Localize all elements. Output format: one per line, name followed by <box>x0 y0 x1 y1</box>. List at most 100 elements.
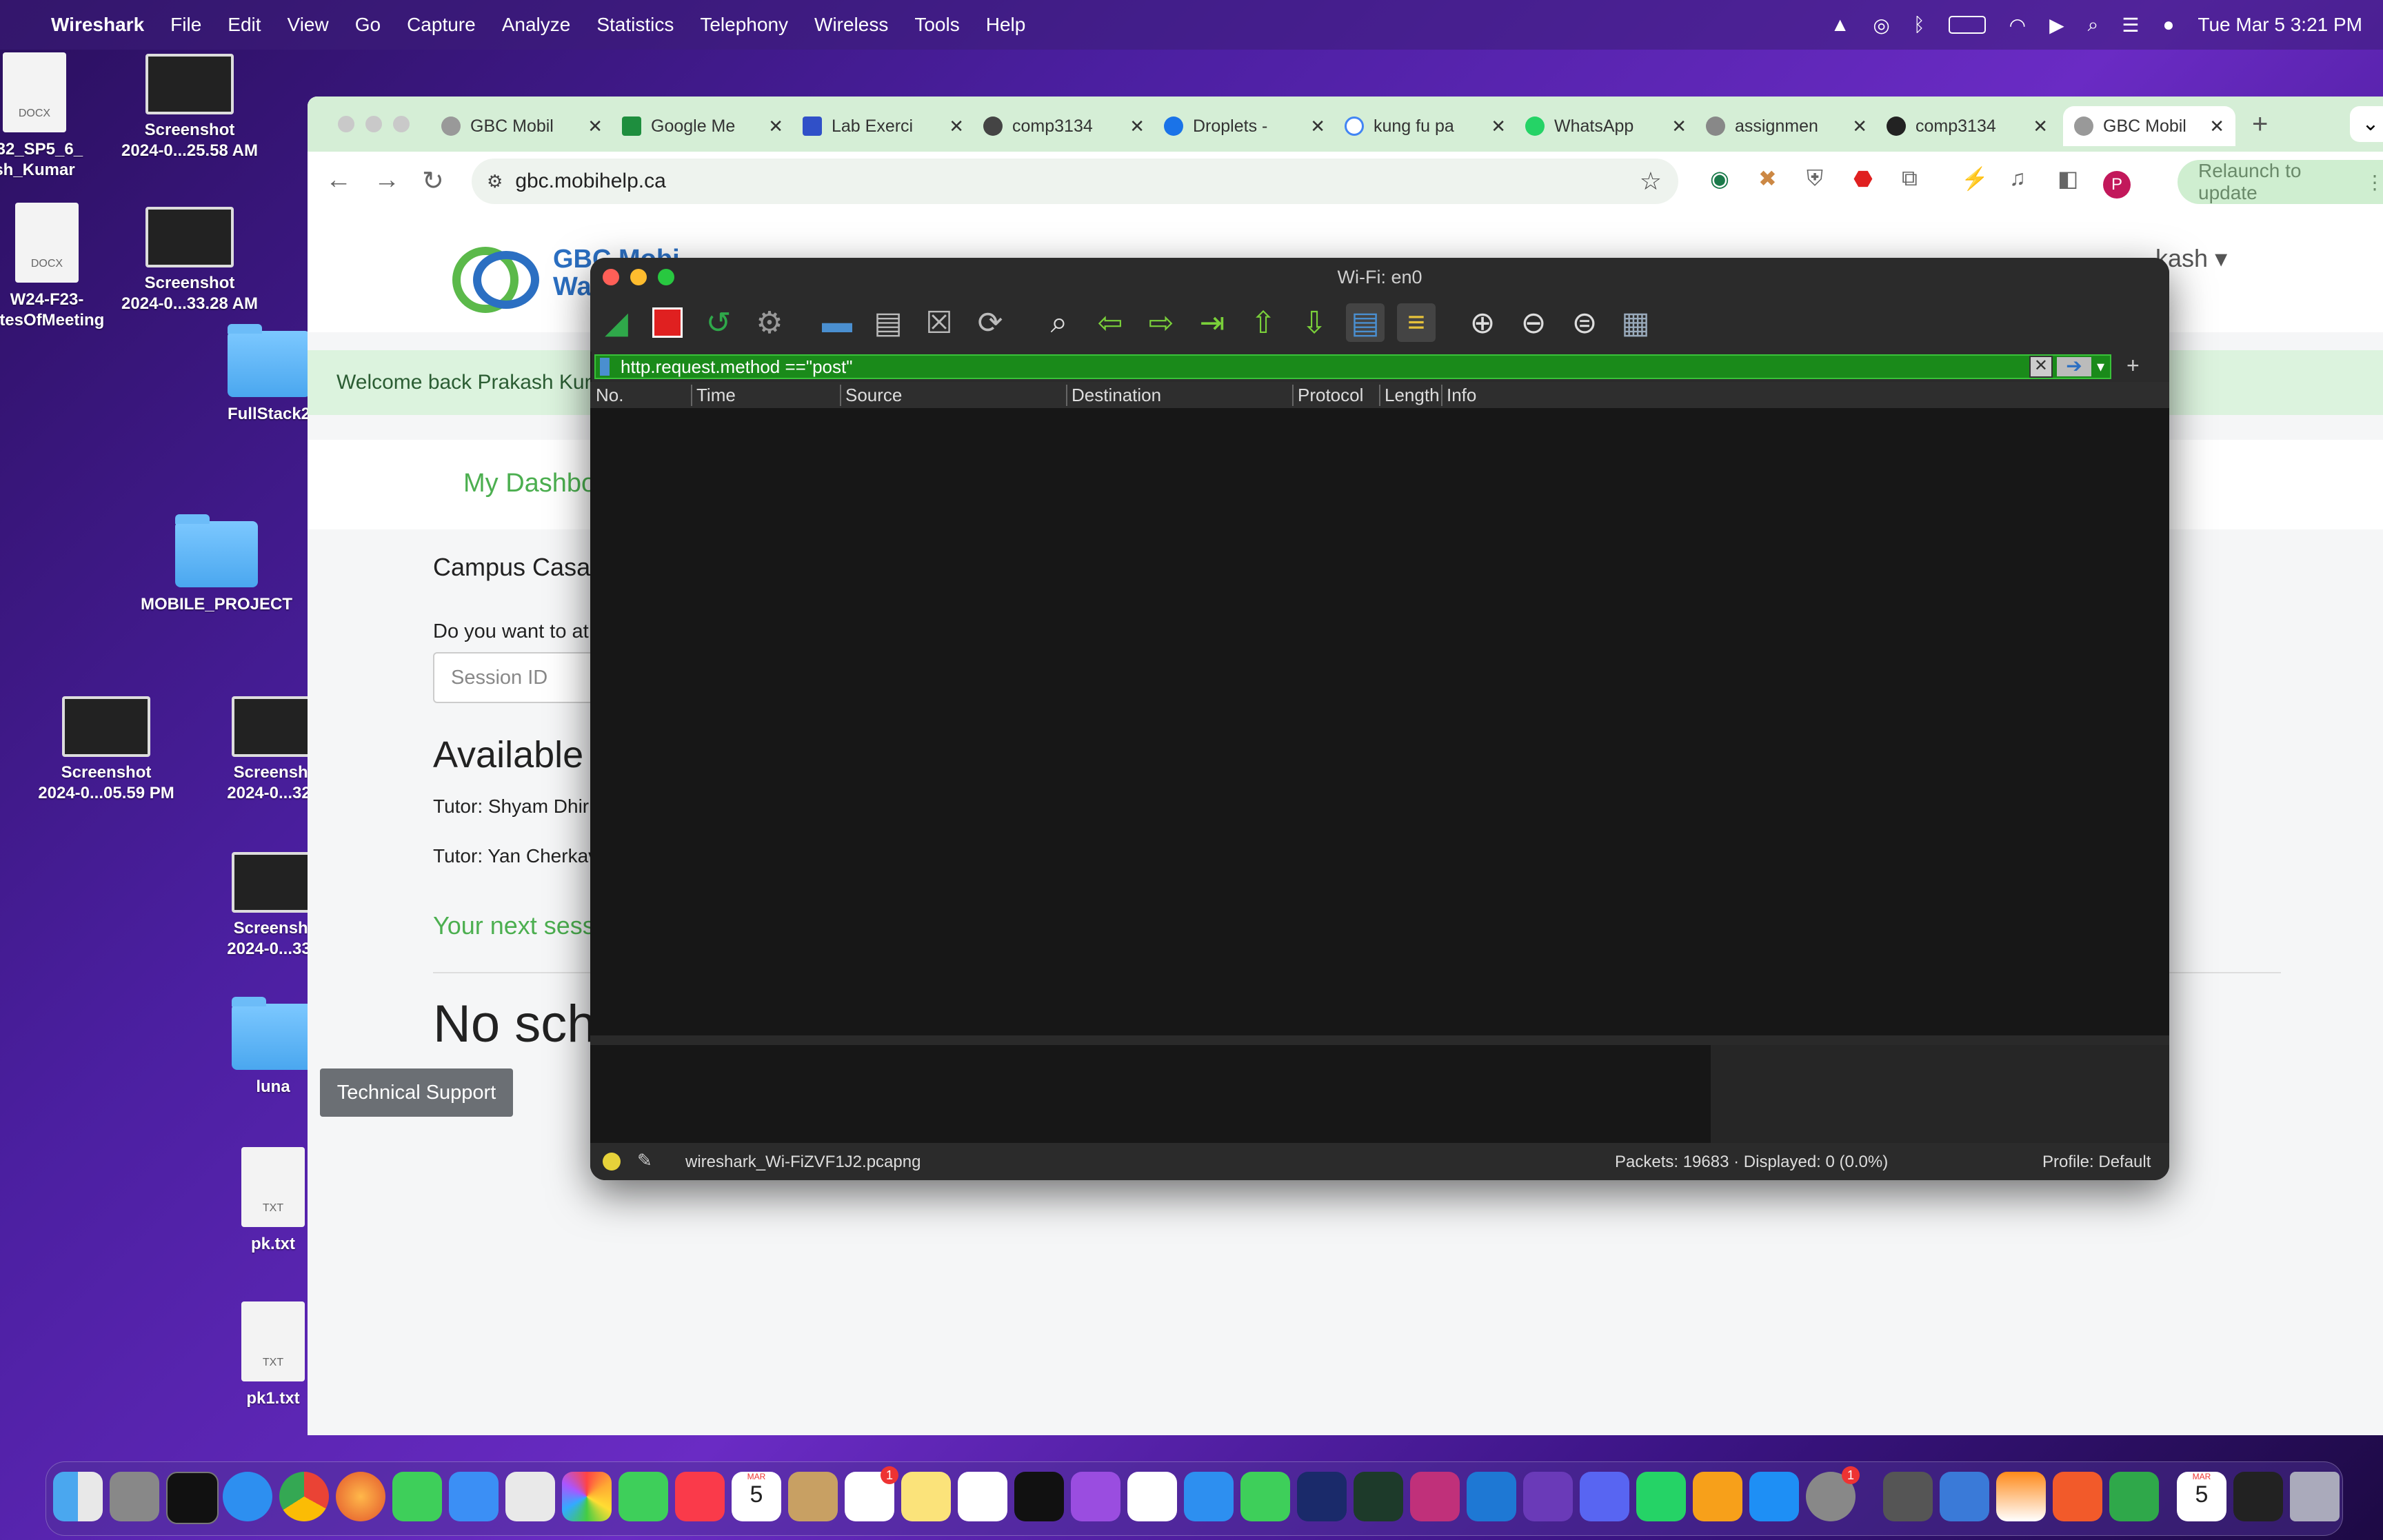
browser-tab[interactable]: GBC Mobil ✕ <box>441 106 614 146</box>
profile-label[interactable]: Profile: Default <box>2042 1153 2151 1172</box>
column-source[interactable]: Source <box>840 385 902 406</box>
side-panel-icon[interactable]: ◧ <box>2058 165 2078 192</box>
technical-support-button[interactable]: Technical Support <box>320 1068 513 1117</box>
stop-capture-icon[interactable] <box>648 303 687 342</box>
profile-avatar[interactable]: P <box>2103 171 2131 199</box>
minimize-window-button[interactable] <box>630 269 647 285</box>
column-length[interactable]: Length <box>1379 385 1442 406</box>
finder-icon[interactable] <box>53 1472 103 1521</box>
battery-icon[interactable] <box>1948 16 1986 34</box>
media-controls-icon[interactable]: ♫ <box>2009 165 2026 191</box>
control-center-icon[interactable]: ☰ <box>2122 14 2139 37</box>
zoom-out-icon[interactable]: ⊖ <box>1514 303 1553 342</box>
packet-list-pane[interactable] <box>590 408 2169 1035</box>
calendar-icon[interactable]: MAR 5 <box>2177 1472 2226 1521</box>
performance-icon[interactable]: ⚡ <box>1961 165 1989 192</box>
menu-edit[interactable]: Edit <box>228 14 261 36</box>
bluetooth-icon[interactable]: ᛒ <box>1913 14 1925 36</box>
terminal-icon[interactable] <box>166 1472 219 1524</box>
reload-icon[interactable]: ↻ <box>422 165 444 196</box>
menu-wireless[interactable]: Wireless <box>814 14 888 36</box>
xcode-icon[interactable] <box>1940 1472 1989 1521</box>
contacts-icon[interactable] <box>788 1472 838 1521</box>
url-text[interactable]: gbc.mobihelp.ca <box>515 170 665 193</box>
facetime-icon[interactable] <box>619 1472 668 1521</box>
menu-capture[interactable]: Capture <box>407 14 476 36</box>
browser-tab[interactable]: comp3134 ✕ <box>983 106 1156 146</box>
extension-icon[interactable]: ✖ <box>1758 165 1777 192</box>
close-tab-icon[interactable]: ✕ <box>2209 116 2224 137</box>
desktop-screenshot-icon[interactable]: Screenshot 2024-0...33.28 AM <box>100 207 279 314</box>
open-file-icon[interactable]: ▬ <box>818 303 856 342</box>
column-time[interactable]: Time <box>691 385 736 406</box>
desktop-screenshot-icon[interactable]: Screenshot 2024-0...25.58 AM <box>100 54 279 161</box>
app-store-icon[interactable] <box>1749 1472 1799 1521</box>
podcasts-icon[interactable] <box>1071 1472 1120 1521</box>
menu-view[interactable]: View <box>288 14 329 36</box>
close-tab-icon[interactable]: ✕ <box>2033 116 2048 137</box>
close-tab-icon[interactable]: ✕ <box>1129 116 1145 137</box>
grammarly-extension-icon[interactable]: ◉ <box>1710 165 1729 192</box>
mail-icon[interactable] <box>449 1472 499 1521</box>
browser-tab[interactable]: Droplets - ✕ <box>1164 106 1336 146</box>
back-arrow-icon[interactable]: ← <box>325 165 352 195</box>
discord-icon[interactable] <box>1580 1472 1629 1521</box>
relaunch-update-button[interactable]: Relaunch to update ⋮ <box>2178 160 2383 204</box>
new-tab-icon[interactable]: + <box>2252 109 2268 140</box>
browser-tab[interactable]: WhatsApp ✕ <box>1525 106 1698 146</box>
trash-icon[interactable] <box>2290 1472 2340 1521</box>
safari-icon[interactable] <box>223 1472 272 1521</box>
menu-tools[interactable]: Tools <box>914 14 959 36</box>
capture-options-gear-icon[interactable]: ⚙ <box>750 303 789 342</box>
find-packet-icon[interactable]: ⌕ <box>1040 303 1078 342</box>
close-window-button[interactable] <box>603 269 619 285</box>
close-tab-icon[interactable]: ✕ <box>587 116 603 137</box>
calculator-icon[interactable] <box>1883 1472 1933 1521</box>
apply-filter-arrow-icon[interactable]: ➔ <box>2056 356 2091 376</box>
menu-analyze[interactable]: Analyze <box>502 14 571 36</box>
first-packet-icon[interactable]: ⇧ <box>1244 303 1283 342</box>
maps-icon[interactable] <box>505 1472 555 1521</box>
bookmark-icon[interactable] <box>600 358 610 376</box>
menu-statistics[interactable]: Statistics <box>596 14 674 36</box>
restart-capture-icon[interactable]: ↺ <box>699 303 738 342</box>
intellij-icon[interactable] <box>1410 1472 1460 1521</box>
freeform-icon[interactable] <box>958 1472 1007 1521</box>
column-no[interactable]: No. <box>596 385 623 406</box>
vlc-icon[interactable] <box>1996 1472 2046 1521</box>
browser-tab[interactable]: kung fu pa ✕ <box>1345 106 1517 146</box>
messages-icon[interactable] <box>392 1472 442 1521</box>
vlc-status-icon[interactable]: ▲ <box>1831 14 1850 36</box>
last-packet-icon[interactable]: ⇩ <box>1295 303 1334 342</box>
close-tab-icon[interactable]: ✕ <box>768 116 783 137</box>
tab-my-dashboard[interactable]: My Dashbo <box>463 469 596 498</box>
go-to-packet-icon[interactable]: ⇥ <box>1193 303 1231 342</box>
browser-tab[interactable]: Google Me ✕ <box>622 106 794 146</box>
column-info[interactable]: Info <box>1441 385 1476 406</box>
numbers-icon[interactable] <box>1240 1472 1290 1521</box>
previous-packet-arrow-icon[interactable]: ⇦ <box>1091 303 1129 342</box>
menu-file[interactable]: File <box>170 14 201 36</box>
wireshark-dock-icon[interactable] <box>2109 1472 2159 1521</box>
close-window-button[interactable] <box>338 116 354 132</box>
column-destination[interactable]: Destination <box>1066 385 1161 406</box>
keynote-icon[interactable] <box>1184 1472 1234 1521</box>
airdrop-icon[interactable]: ◎ <box>1873 14 1889 37</box>
browser-tab-active[interactable]: GBC Mobil ✕ <box>2063 106 2235 146</box>
save-file-icon[interactable]: ▤ <box>869 303 907 342</box>
menu-go[interactable]: Go <box>355 14 381 36</box>
photos-icon[interactable] <box>562 1472 612 1521</box>
close-tab-icon[interactable]: ✕ <box>949 116 964 137</box>
zoom-in-icon[interactable]: ⊕ <box>1463 303 1502 342</box>
colorize-icon[interactable]: ≡ <box>1397 303 1436 342</box>
vscode-icon[interactable] <box>1467 1472 1516 1521</box>
forward-arrow-icon[interactable]: → <box>374 165 400 195</box>
close-tab-icon[interactable]: ✕ <box>1852 116 1867 137</box>
siri-icon[interactable]: ● <box>2162 14 2174 36</box>
reload-file-icon[interactable]: ⟳ <box>971 303 1009 342</box>
swift-playgrounds-icon[interactable] <box>2053 1472 2102 1521</box>
normal-size-icon[interactable]: ⊜ <box>1565 303 1604 342</box>
start-capture-shark-fin-icon[interactable]: ◢ <box>597 303 636 342</box>
zoom-window-button[interactable] <box>393 116 410 132</box>
calendar-icon[interactable]: MAR 5 <box>732 1472 781 1521</box>
